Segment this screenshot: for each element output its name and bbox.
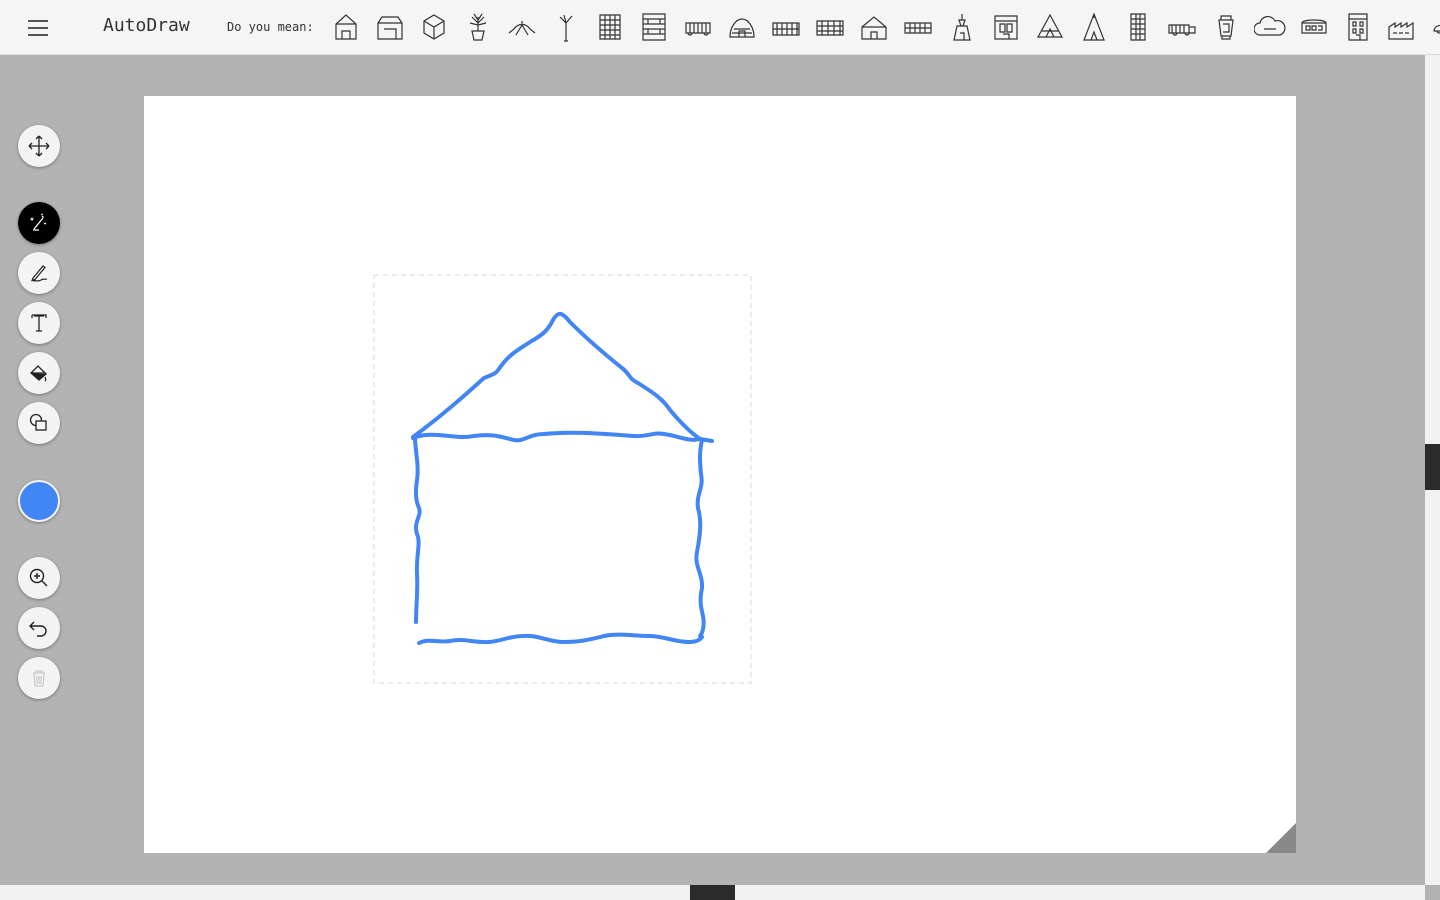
zoom-button[interactable] [18,557,60,599]
suggestion-barn-button[interactable] [374,11,406,43]
bus-icon [685,22,711,36]
lantern-icon [1218,15,1234,40]
type-tool-button[interactable] [18,302,60,344]
suggestion-church-spire-button[interactable] [946,11,978,43]
tower-block-icon [599,14,621,40]
autodraw-icon [29,213,47,231]
factory-icon [1388,21,1414,40]
fence-icon [904,22,932,34]
cottage-icon [861,16,887,40]
undo-icon [29,621,47,637]
suggestion-bus-button[interactable] [682,11,714,43]
church-spire-icon [953,14,971,41]
suggestion-spider-button[interactable] [506,11,538,43]
selection-box [373,274,752,684]
truck-icon [1168,24,1196,36]
cloud-icon [1253,15,1286,36]
trash-icon [33,670,45,687]
teepee-icon [1083,12,1105,41]
suggestion-igloo-button[interactable] [726,11,758,43]
canvas-resize-handle[interactable] [1266,823,1296,853]
suggestions-strip [330,0,1440,55]
fill-bucket-icon [30,365,47,382]
suggestion-house-outline-button[interactable] [330,11,362,43]
suggestion-truck-button[interactable] [1166,11,1198,43]
suggestion-fence-button[interactable] [902,11,934,43]
suggestion-office-building-button[interactable] [1342,11,1374,43]
suggestion-cottage-button[interactable] [858,11,890,43]
move-icon [28,135,50,157]
house-outline-icon [335,14,357,40]
app-title: AutoDraw [103,15,190,36]
suggestion-apartment-building-button[interactable] [638,11,670,43]
wall-icon [816,20,844,36]
train-car-icon [772,22,800,36]
color-picker-button[interactable] [18,480,60,522]
spider-icon [508,21,536,36]
suggestion-box-house-button[interactable] [418,11,450,43]
select-tool-button[interactable] [18,125,60,167]
horizontal-scroll-thumb[interactable] [690,885,735,900]
autodraw-tool-button[interactable] [18,202,60,244]
suggestion-wall-button[interactable] [814,11,846,43]
vertical-scrollbar[interactable] [1425,55,1440,885]
delete-button[interactable] [18,657,60,699]
tent-icon [1036,13,1064,38]
office-building-icon [1348,13,1368,41]
suggestion-tall-building-button[interactable] [1122,11,1154,43]
shapes-icon [29,413,47,431]
suggestion-train-car-button[interactable] [770,11,802,43]
drawing-layer[interactable] [144,96,1296,853]
car-icon [1433,24,1440,34]
suggestion-teepee-button[interactable] [1078,11,1110,43]
suggestion-tram-button[interactable] [1298,11,1330,43]
top-bar: AutoDraw Do you mean: [0,0,1440,55]
suggestion-factory-button[interactable] [1386,11,1418,43]
apartment-building-icon [642,13,666,41]
undo-button[interactable] [18,607,60,649]
igloo-icon [729,18,755,38]
tall-building-icon [1130,13,1146,41]
zoom-in-icon [29,568,48,587]
box-house-icon [423,14,445,40]
menu-icon[interactable] [24,14,52,42]
shape-tool-button[interactable] [18,402,60,444]
house-sketch[interactable] [411,311,714,645]
pencil-icon [30,265,48,282]
storefront-icon [994,15,1018,40]
suggestion-cloud-button[interactable] [1253,11,1286,43]
text-icon [31,314,47,332]
suggestion-lantern-button[interactable] [1210,11,1242,43]
horizontal-scrollbar[interactable] [0,885,1425,900]
barn-icon [377,16,403,40]
drawing-canvas[interactable] [144,96,1296,853]
suggestions-label: Do you mean: [227,20,314,34]
suggestion-tent-button[interactable] [1034,11,1066,43]
tram-icon [1301,19,1327,34]
suggestion-tower-block-button[interactable] [594,11,626,43]
draw-tool-button[interactable] [18,252,60,294]
suggestion-storefront-button[interactable] [990,11,1022,43]
potted-plant-icon [469,13,487,41]
vertical-scroll-thumb[interactable] [1425,444,1440,490]
palm-tree-icon [559,14,573,42]
suggestion-car-button[interactable] [1430,11,1440,43]
suggestion-palm-tree-button[interactable] [550,11,582,43]
suggestion-potted-plant-button[interactable] [462,11,494,43]
fill-tool-button[interactable] [18,352,60,394]
